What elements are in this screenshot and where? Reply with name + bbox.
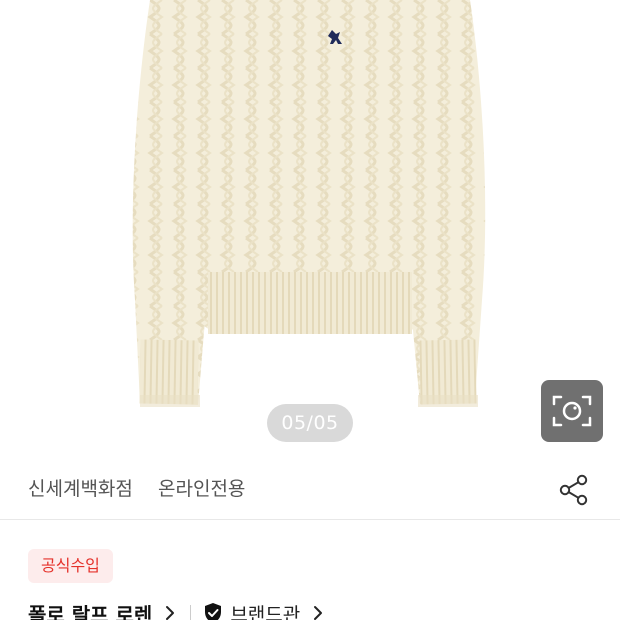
- official-import-badge: 공식수입: [28, 549, 113, 583]
- brand-row: 폴로 랄프 로렌 브랜드관: [28, 598, 328, 620]
- tag-shinsegae-department-store[interactable]: 신세계백화점: [28, 474, 133, 501]
- share-button[interactable]: [556, 471, 594, 509]
- product-image[interactable]: [0, 0, 620, 465]
- chevron-right-icon: [166, 606, 175, 620]
- camera-lens-icon: [552, 395, 592, 427]
- product-tag-row: 신세계백화점 온라인전용: [0, 465, 620, 520]
- share-icon: [559, 474, 588, 506]
- brand-hall-label: 브랜드관: [230, 603, 301, 620]
- product-image-gallery[interactable]: 05/05: [0, 0, 620, 465]
- brand-name-link[interactable]: 폴로 랄프 로렌: [28, 599, 152, 620]
- tag-online-exclusive[interactable]: 온라인전용: [158, 474, 245, 501]
- image-page-indicator: 05/05: [267, 404, 353, 442]
- chevron-right-icon: [314, 606, 323, 620]
- shield-check-icon: [205, 603, 222, 620]
- brand-divider: [190, 605, 192, 620]
- image-search-button[interactable]: [541, 380, 603, 442]
- brand-hall-link[interactable]: 브랜드관: [203, 600, 328, 620]
